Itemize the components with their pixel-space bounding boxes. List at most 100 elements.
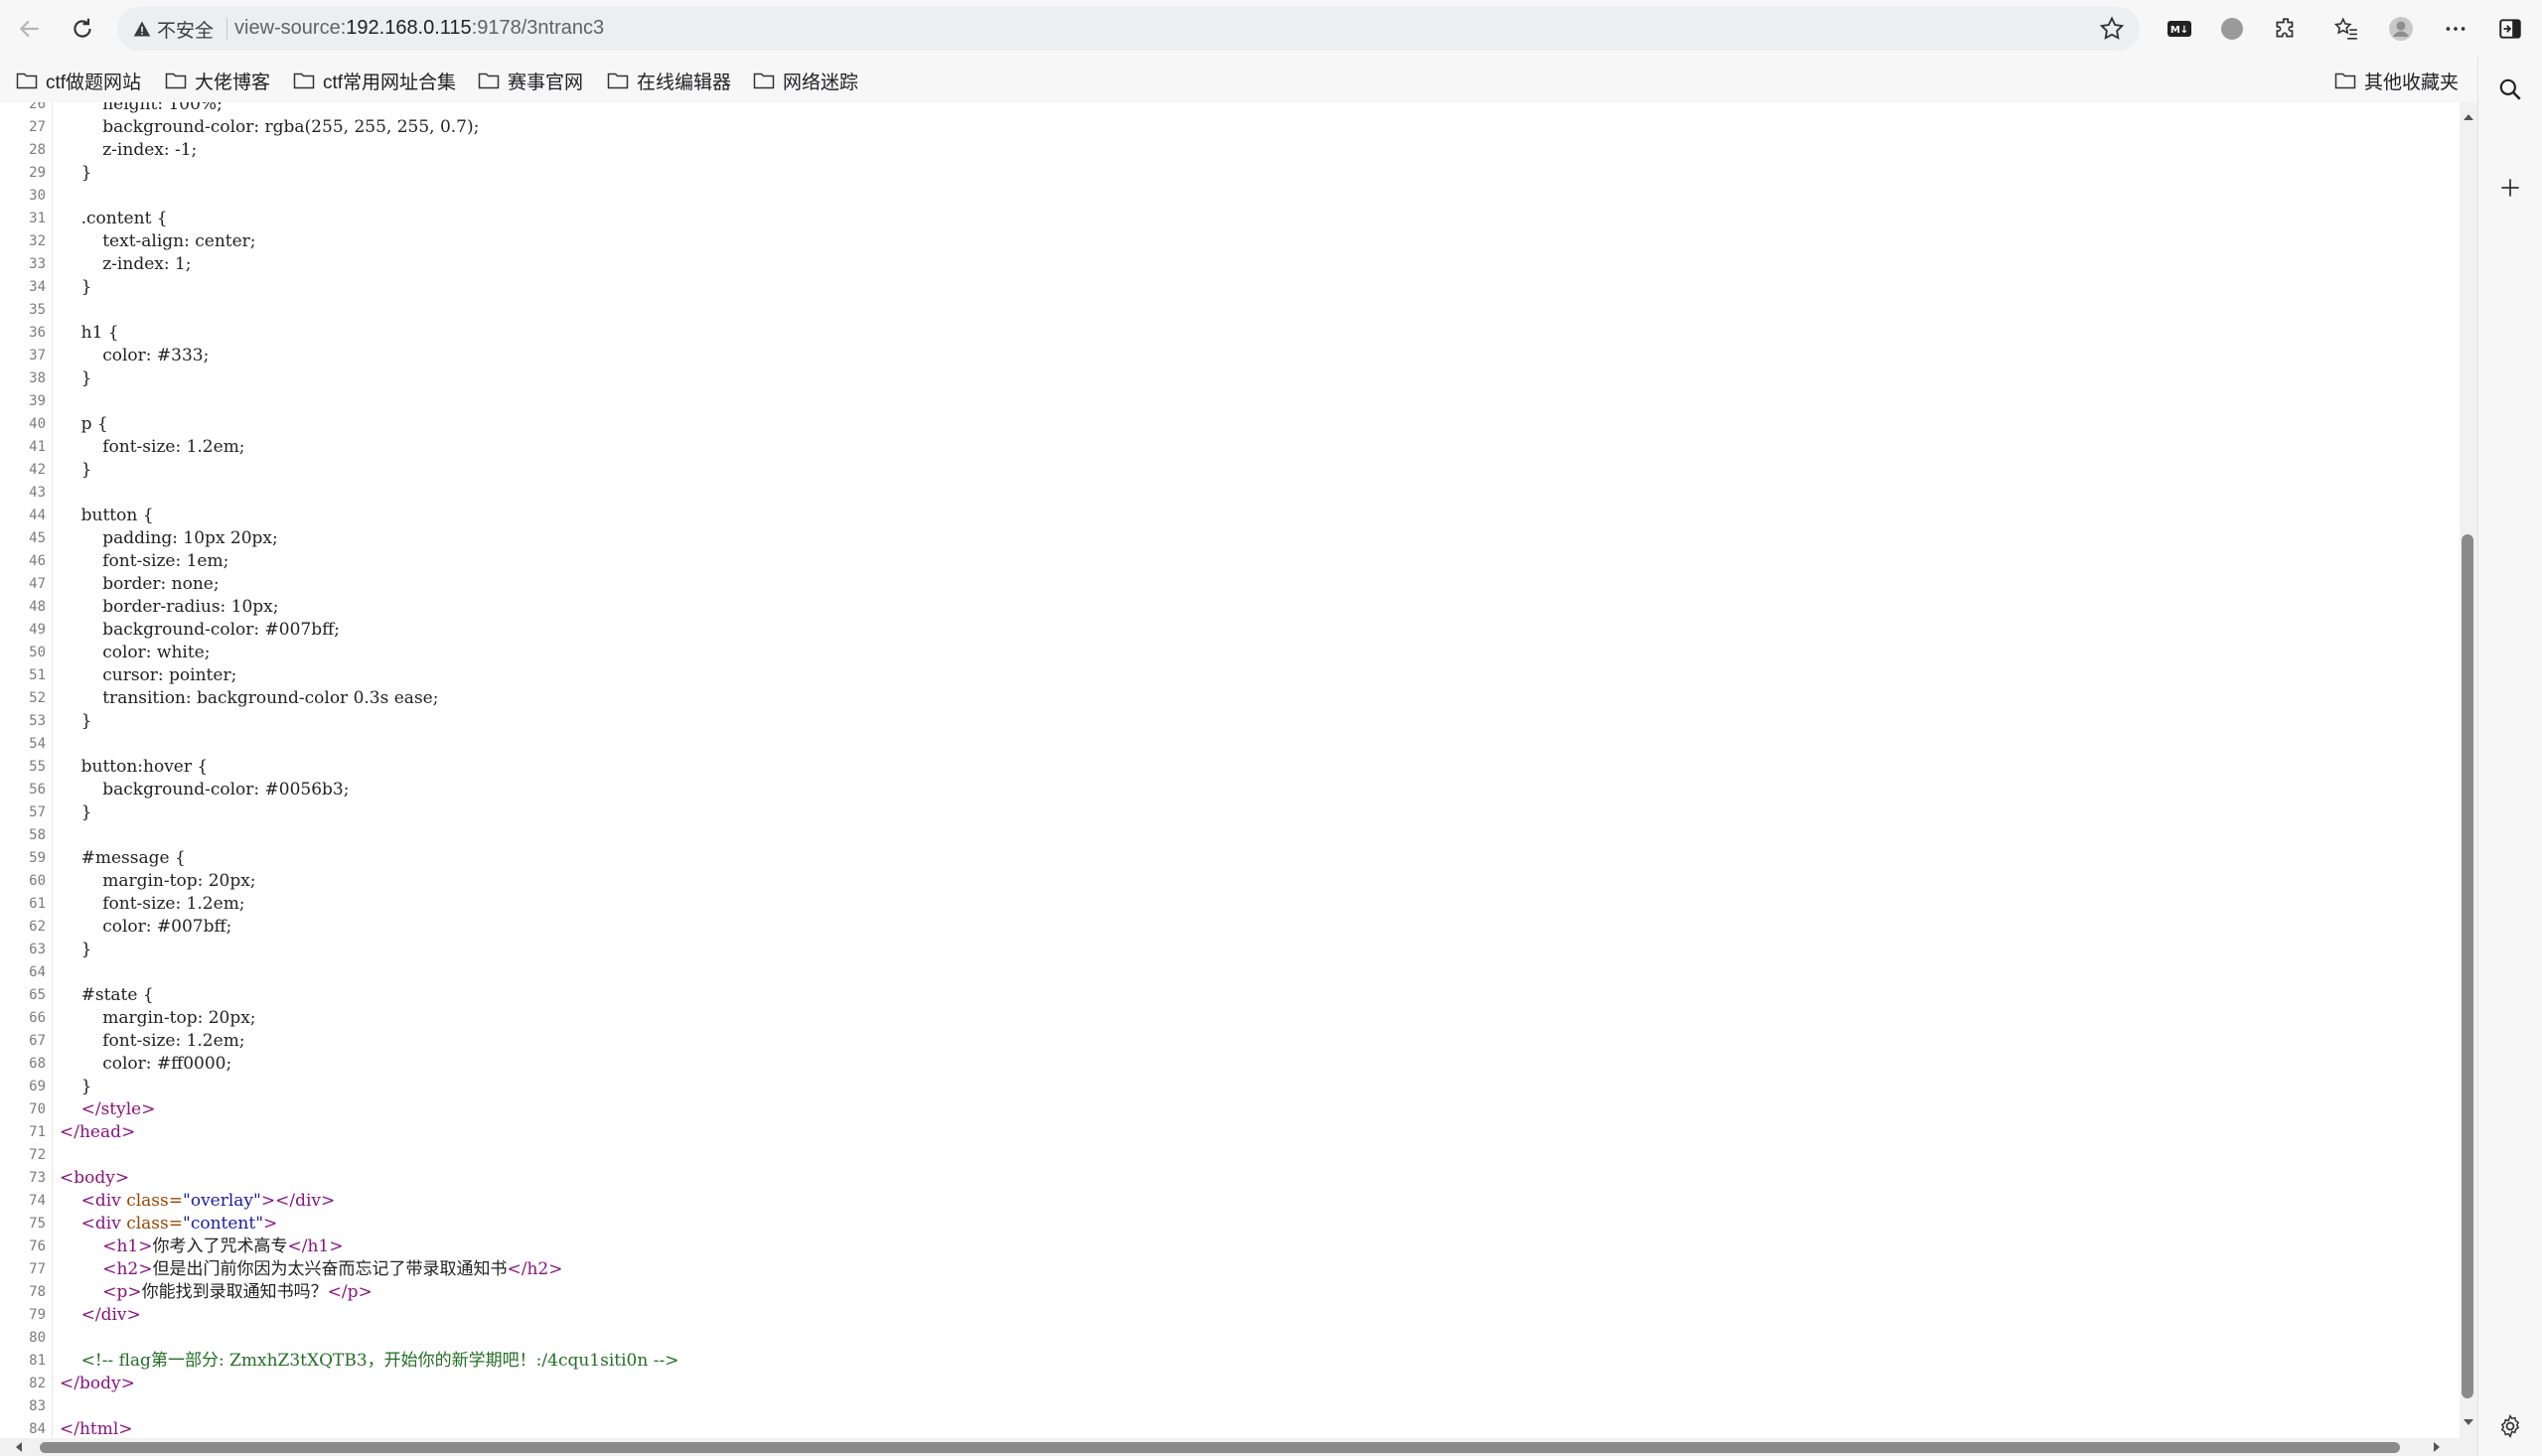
line-number: 40: [29, 416, 46, 432]
bookmark-folder[interactable]: 赛事官网: [478, 66, 583, 95]
vertical-scrollbar[interactable]: [2460, 102, 2477, 1438]
source-line: 81 <!-- flag第一部分: ZmxhZ3tXQTB3，开始你的新学期吧！…: [0, 1350, 2454, 1373]
favorite-star-icon[interactable]: [2098, 15, 2126, 43]
line-code: }: [60, 1076, 92, 1098]
extensions-button[interactable]: [2269, 12, 2303, 46]
line-number: 37: [29, 348, 46, 364]
url-text[interactable]: view-source:192.168.0.115:9178/3ntranc3: [234, 17, 604, 40]
line-code: border-radius: 10px;: [60, 596, 278, 619]
code-token: >: [263, 1214, 278, 1234]
line-code: .content {: [60, 208, 168, 230]
code-token: </h1>: [287, 1237, 344, 1256]
sidebar-toggle-button[interactable]: [2493, 12, 2527, 46]
source-line: 26 height: 100%;: [0, 102, 2454, 116]
bookmark-label: ctf做题网站: [46, 72, 142, 93]
favorites-button[interactable]: [2329, 12, 2363, 46]
code-text: </html>: [60, 1419, 133, 1438]
sidebar-settings-button[interactable]: [2494, 1410, 2526, 1442]
line-number: 53: [29, 713, 46, 729]
source-line: 53 }: [0, 710, 2454, 733]
source-line: 59 #message {: [0, 847, 2454, 870]
source-line: 29 }: [0, 162, 2454, 185]
address-bar[interactable]: 不安全 view-source:192.168.0.115:9178/3ntra…: [117, 7, 2140, 51]
line-number: 58: [29, 827, 46, 843]
line-code: margin-top: 20px;: [60, 1007, 255, 1030]
scroll-up-arrow-icon[interactable]: [2462, 110, 2475, 124]
source-line: 84 </html>: [0, 1418, 2454, 1438]
code-text: }: [60, 277, 92, 297]
code-token: <h1>: [102, 1237, 153, 1256]
line-code: background-color: #007bff;: [60, 619, 340, 642]
line-number: 56: [29, 782, 46, 798]
code-token: ": [183, 1214, 191, 1234]
line-number: 38: [29, 370, 46, 386]
line-code: <h2>但是出门前你因为太兴奋而忘记了带录取通知书</h2>: [60, 1258, 562, 1281]
bookmark-label: ctf常用网址合集: [323, 72, 457, 93]
attribute-value: overlay: [190, 1191, 254, 1211]
line-number: 81: [29, 1353, 46, 1369]
line-code: }: [60, 710, 92, 733]
line-number: 70: [29, 1101, 46, 1117]
bookmark-folder[interactable]: 大佬博客: [165, 66, 270, 95]
line-code: transition: background-color 0.3s ease;: [60, 687, 438, 710]
source-line: 44 button {: [0, 505, 2454, 527]
code-text: background-color: #007bff;: [60, 620, 340, 640]
extension-button[interactable]: [2215, 12, 2249, 46]
code-token: <div: [80, 1214, 127, 1234]
source-line: 45 padding: 10px 20px;: [0, 527, 2454, 550]
line-number: 46: [29, 553, 46, 569]
source-line: 76 <h1>你考入了咒术高专</h1>: [0, 1236, 2454, 1258]
line-number: 72: [29, 1147, 46, 1163]
line-number: 32: [29, 233, 46, 249]
line-code: background-color: #0056b3;: [60, 779, 349, 801]
bookmark-folder[interactable]: 网络迷踪: [753, 66, 858, 95]
bookmark-folder[interactable]: 在线编辑器: [607, 66, 731, 95]
profile-button[interactable]: [2384, 12, 2418, 46]
folder-icon: [607, 73, 629, 89]
line-code: }: [60, 162, 92, 185]
element-text: 但是出门前你因为太兴奋而忘记了带录取通知书: [152, 1259, 508, 1279]
code-token: >: [260, 1191, 276, 1211]
security-indicator[interactable]: 不安全: [133, 16, 214, 42]
favorites-icon: [2333, 17, 2357, 40]
bookmarks-bar: ctf做题网站 大佬博客 ctf常用网址合集 赛事官网 在线编辑器 网络迷踪 其…: [0, 58, 2542, 102]
code-text: </style>: [60, 1099, 156, 1119]
horizontal-scroll-thumb[interactable]: [40, 1442, 2400, 1453]
more-menu-button[interactable]: [2439, 12, 2472, 46]
source-line: 31 .content {: [0, 208, 2454, 230]
sidebar-toggle-icon: [2499, 19, 2521, 39]
markdown-extension-button[interactable]: M↓: [2163, 12, 2196, 46]
vertical-scroll-thumb[interactable]: [2462, 534, 2473, 1398]
line-code: text-align: center;: [60, 230, 255, 253]
code-text: color: #ff0000;: [60, 1054, 232, 1074]
line-number: 52: [29, 690, 46, 706]
scroll-down-arrow-icon[interactable]: [2462, 1415, 2475, 1429]
folder-icon: [293, 73, 315, 89]
code-text: </head>: [60, 1122, 136, 1142]
line-code: <body>: [60, 1167, 129, 1190]
scroll-left-arrow-icon[interactable]: [12, 1440, 26, 1454]
back-button[interactable]: [10, 10, 50, 48]
source-line: 30: [0, 185, 2454, 208]
other-bookmarks-folder[interactable]: 其他收藏夹: [2334, 66, 2459, 95]
line-number: 29: [29, 165, 46, 181]
reload-button[interactable]: [63, 10, 102, 48]
line-code: color: #333;: [60, 345, 209, 367]
gear-icon: [2500, 1414, 2520, 1438]
bookmark-folder[interactable]: ctf做题网站: [16, 66, 141, 95]
sidebar-search-button[interactable]: [2494, 73, 2526, 105]
line-code: }: [60, 459, 92, 482]
attribute-value: content: [190, 1214, 256, 1234]
source-line: 74 <div class="overlay"></div>: [0, 1190, 2454, 1213]
line-number: 63: [29, 942, 46, 957]
sidebar-add-button[interactable]: [2494, 172, 2526, 204]
source-line: 33 z-index: 1;: [0, 253, 2454, 276]
code-text: <body>: [60, 1168, 130, 1188]
code-text: }: [60, 802, 92, 822]
code-text: }: [60, 711, 92, 731]
horizontal-scrollbar[interactable]: [0, 1438, 2477, 1456]
bookmark-folder[interactable]: ctf常用网址合集: [293, 66, 456, 95]
scroll-right-arrow-icon[interactable]: [2430, 1440, 2444, 1454]
back-arrow-icon: [19, 20, 39, 38]
